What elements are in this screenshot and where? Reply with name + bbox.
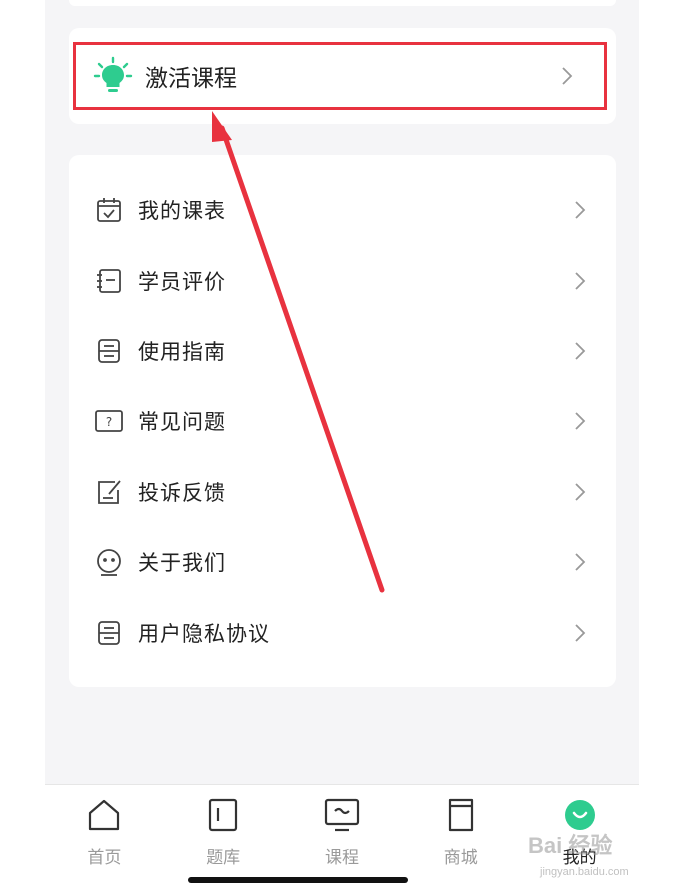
tab-label: 题库: [206, 848, 241, 868]
chevron-right-icon: [570, 411, 590, 431]
menu-item-schedule[interactable]: 我的课表: [69, 175, 616, 245]
svg-text:?: ?: [106, 415, 112, 429]
menu-item-faq[interactable]: ? 常见问题: [69, 386, 616, 456]
smiley-icon: [94, 547, 124, 577]
tab-label: 首页: [87, 848, 122, 868]
lightbulb-icon: [93, 56, 133, 96]
menu-item-label: 用户隐私协议: [138, 621, 270, 646]
menu-list: 我的课表 学员评价 使用指南 ? 常见问题 投诉反馈 关于我们 用户隐私协议: [69, 175, 616, 668]
chevron-right-icon: [557, 66, 577, 86]
chevron-right-icon: [570, 341, 590, 361]
home-indicator: [188, 877, 408, 883]
app-screen: 激活课程 我的课表 学员评价 使用指南 ? 常见问题 投诉反馈 关于我们 用户隐…: [45, 0, 639, 894]
activate-course-label: 激活课程: [145, 66, 237, 92]
menu-item-label: 投诉反馈: [138, 480, 226, 505]
menu-item-reviews[interactable]: 学员评价: [69, 245, 616, 315]
question-box-icon: ?: [94, 406, 124, 436]
menu-item-label: 使用指南: [138, 339, 226, 364]
notebook-icon: [94, 266, 124, 296]
tab-home[interactable]: 首页: [45, 785, 164, 894]
tab-store[interactable]: 商城: [401, 785, 520, 894]
chevron-right-icon: [570, 200, 590, 220]
chevron-right-icon: [570, 552, 590, 572]
chevron-right-icon: [570, 623, 590, 643]
document-icon: [94, 618, 124, 648]
chevron-right-icon: [570, 482, 590, 502]
menu-item-label: 我的课表: [138, 199, 226, 224]
home-icon: [84, 795, 124, 835]
menu-item-feedback[interactable]: 投诉反馈: [69, 457, 616, 527]
tab-label: 课程: [324, 848, 359, 868]
guide-icon: [94, 336, 124, 366]
calendar-check-icon: [94, 195, 124, 225]
monitor-icon: [322, 795, 362, 835]
menu-item-label: 学员评价: [138, 269, 226, 294]
menu-item-label: 常见问题: [138, 410, 226, 435]
edit-feedback-icon: [94, 477, 124, 507]
watermark-url: jingyan.baidu.com: [540, 866, 629, 878]
chevron-right-icon: [570, 271, 590, 291]
question-bank-icon: [203, 795, 243, 835]
menu-item-about[interactable]: 关于我们: [69, 527, 616, 597]
watermark-logo: Bai 经验: [528, 833, 613, 858]
menu-item-guide[interactable]: 使用指南: [69, 316, 616, 386]
menu-item-privacy[interactable]: 用户隐私协议: [69, 597, 616, 667]
menu-item-label: 关于我们: [138, 551, 226, 576]
store-icon: [441, 795, 481, 835]
top-card: [69, 0, 616, 6]
menu-card: 我的课表 学员评价 使用指南 ? 常见问题 投诉反馈 关于我们 用户隐私协议: [69, 155, 616, 687]
activate-course-row[interactable]: 激活课程: [75, 43, 605, 109]
tab-label: 商城: [443, 848, 478, 868]
